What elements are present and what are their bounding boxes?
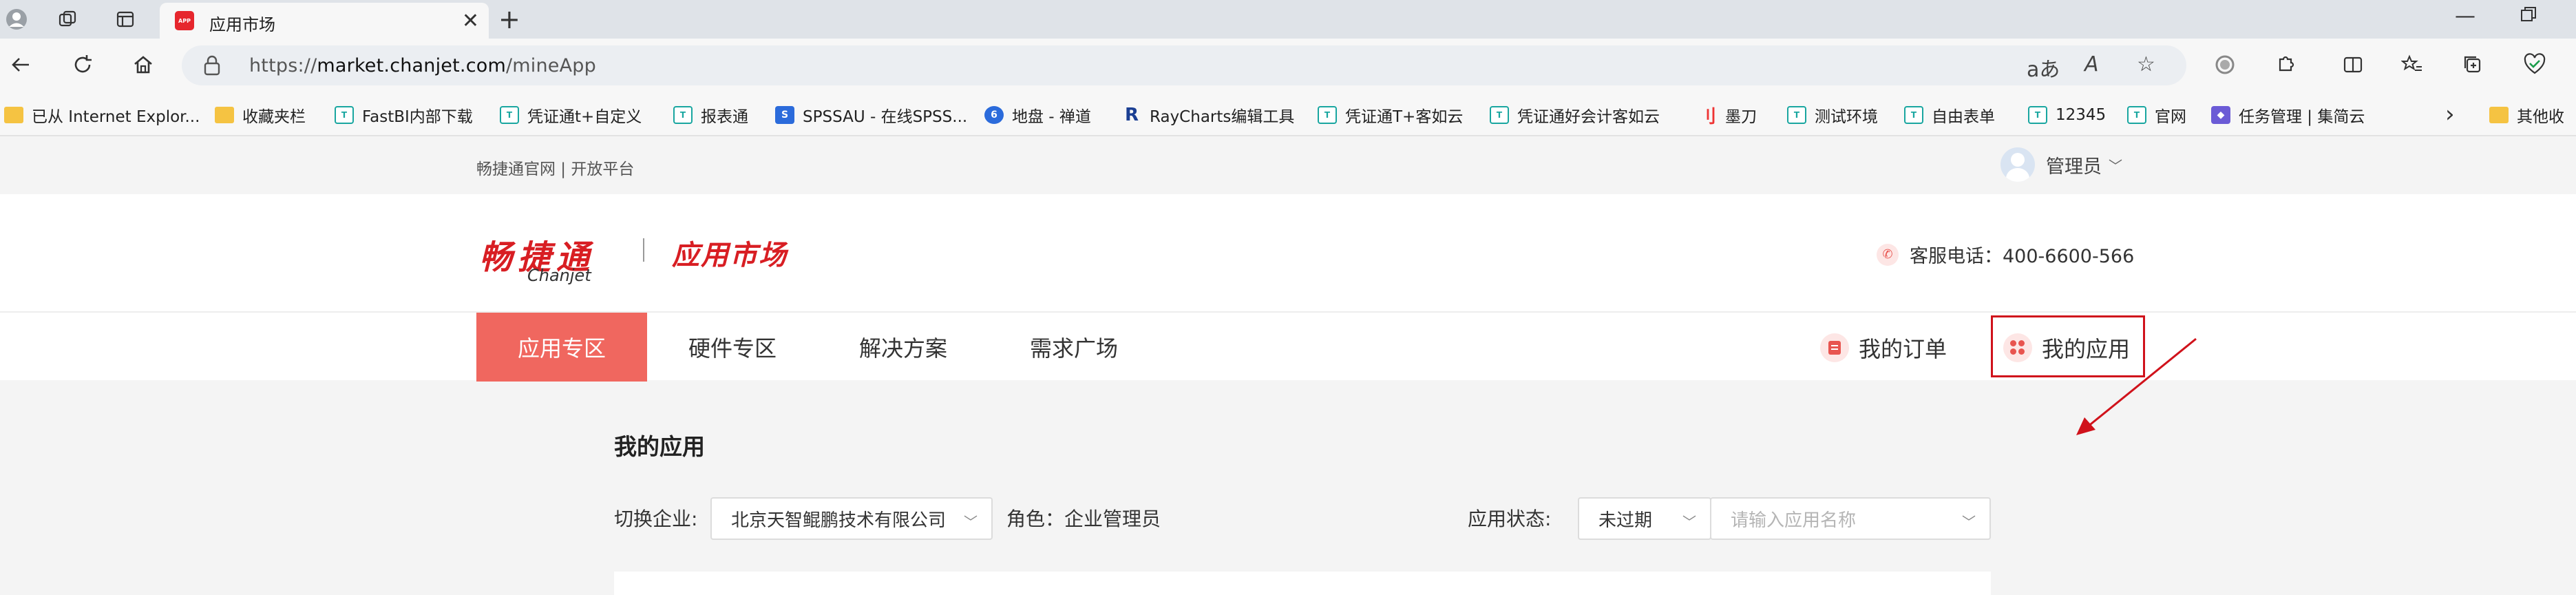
profile-icon[interactable] [3,6,30,33]
top-strip: 畅捷通官网 | 开放平台 管理员 ﹀ [0,136,2576,194]
nav-app-zone[interactable]: 应用专区 [476,313,647,382]
home-icon[interactable] [128,50,158,80]
phone-label: 客服电话：400-6600-566 [1910,246,2135,267]
logo-en: Chanjet [527,266,591,285]
text-size-icon[interactable]: A [2084,52,2099,76]
bookmark-item[interactable]: T 自由表单 [1904,103,1995,127]
tab-title: 应用市场 [209,15,275,34]
app-list-card [614,572,1991,595]
t-plus-icon: T [1490,106,1509,124]
bookmark-item[interactable]: R RayCharts编辑工具 [1122,103,1294,127]
avatar [2000,147,2035,182]
bookmark-item[interactable]: S SPSSAU - 在线SPSS... [775,103,967,127]
page-content: 畅捷通官网 | 开放平台 管理员 ﹀ 畅捷通 Chanjet 应用市场 ✆ 客服… [0,136,2576,595]
chandao-icon: 6 [984,106,1004,124]
restore-window-icon[interactable] [2520,6,2537,28]
favorites-icon[interactable] [2396,48,2429,81]
bookmark-item[interactable]: T 凭证通好会计客如云 [1490,103,1660,127]
nav-demand-square[interactable]: 需求广场 [989,313,1159,382]
service-phone: ✆ 客服电话：400-6600-566 [1877,241,2134,268]
search-placeholder: 请输入应用名称 [1731,510,1857,531]
close-tab-icon[interactable]: ✕ [462,9,479,33]
company-select[interactable]: 北京天智鲲鹏技术有限公司 ﹀ [710,497,993,540]
t-plus-icon: T [500,106,519,124]
chevron-down-icon: ﹀ [964,514,978,530]
bookmark-item[interactable]: 刂墨刀 [1698,103,1757,127]
app-favicon-icon: APP [175,11,194,30]
t-plus-icon: T [2028,106,2047,124]
tab-active[interactable]: APP 应用市场 ✕ [160,3,489,39]
extension-circle-icon[interactable] [2208,48,2241,81]
chevron-down-icon: ﹀ [2109,157,2122,174]
bookmark-item[interactable]: 其他收 [2489,103,2564,127]
bookmark-item[interactable]: 已从 Internet Explor... [4,103,200,127]
folder-icon [215,107,234,123]
split-screen-icon[interactable] [2336,48,2369,81]
spssau-icon: S [775,106,794,124]
tab-actions-icon[interactable] [112,6,139,33]
switch-company-label: 切换企业: [614,508,698,530]
bookmark-item[interactable]: T 报表通 [673,103,748,127]
jijianyun-icon: ◆ [2211,106,2230,124]
browser-tab-bar: APP 应用市场 ✕ + — [0,0,2576,39]
browser-essentials-icon[interactable] [2518,48,2551,81]
page-title: 我的应用 [614,433,705,460]
admin-label: 管理员 [2046,156,2102,178]
app-name-search[interactable]: 请输入应用名称 ﹀ [1710,497,1991,540]
read-aloud-icon[interactable]: aあ [2027,52,2060,83]
bookmark-item[interactable]: 收藏夹栏 [215,103,306,127]
chevron-down-icon: ﹀ [1962,514,1976,530]
favorite-star-icon[interactable]: ☆ [2137,52,2155,76]
new-tab-icon[interactable]: + [498,4,520,34]
bookmark-item[interactable]: T FastBI内部下载 [335,103,473,127]
logo-market[interactable]: 应用市场 [672,233,788,273]
top-links[interactable]: 畅捷通官网 | 开放平台 [476,156,634,179]
bookmark-item[interactable]: T 12345 [2028,103,2106,127]
collections-icon[interactable] [2456,48,2489,81]
url-text[interactable]: https://market.chanjet.com/mineApp [249,55,596,76]
workspaces-icon[interactable] [54,6,81,33]
folder-icon [2489,107,2509,123]
status-value: 未过期 [1598,510,1653,531]
back-icon[interactable] [6,50,36,80]
t-plus-icon: T [1318,106,1337,124]
extensions-puzzle-icon[interactable] [2269,48,2302,81]
status-select[interactable]: 未过期 ﹀ [1578,497,1711,540]
site-header: 畅捷通 Chanjet 应用市场 ✆ 客服电话：400-6600-566 [0,194,2576,311]
address-bar[interactable]: https://market.chanjet.com/mineApp aあ A … [182,45,2186,85]
role-label: 角色：企业管理员 [1006,508,1161,530]
app-status-label: 应用状态: [1468,508,1552,530]
nav-hardware-zone[interactable]: 硬件专区 [647,313,818,382]
bookmark-item[interactable]: T 测试环境 [1787,103,1878,127]
my-orders-label: 我的订单 [1859,336,1947,362]
chevron-right-icon[interactable]: › [2445,101,2455,128]
t-plus-icon: T [2127,106,2146,124]
minimize-icon[interactable]: — [2455,4,2475,28]
t-plus-icon: T [1904,106,1923,124]
company-value: 北京天智鲲鹏技术有限公司 [731,510,947,531]
bookmarks-bar: 已从 Internet Explor... 收藏夹栏 T FastBI内部下载 T… [0,94,2576,136]
t-plus-icon: T [335,106,354,124]
lock-icon[interactable] [202,54,222,76]
bookmark-item[interactable]: 6 地盘 - 禅道 [984,103,1091,127]
raycharts-icon: R [1124,105,1139,125]
chevron-down-icon: ﹀ [1682,514,1696,530]
bookmark-item[interactable]: ◆ 任务管理 | 集简云 [2211,103,2365,127]
admin-menu[interactable]: 管理员 ﹀ [2000,147,2122,182]
t-plus-icon: T [1787,106,1806,124]
folder-icon [4,107,23,123]
bookmark-item[interactable]: T 凭证通T+客如云 [1318,103,1463,127]
browser-toolbar: https://market.chanjet.com/mineApp aあ A … [0,39,2576,94]
order-icon [1820,333,1849,362]
refresh-icon[interactable] [67,50,98,80]
my-orders-link[interactable]: 我的订单 [1820,331,1947,365]
nav-solutions[interactable]: 解决方案 [818,313,989,382]
phone-icon: ✆ [1877,243,1899,266]
annotation-arrow [2076,337,2197,435]
modao-icon: 刂 [1698,106,1716,127]
t-plus-icon: T [673,106,693,124]
bookmark-item[interactable]: T 官网 [2127,103,2186,127]
logo-divider [643,238,644,262]
bookmark-item[interactable]: T 凭证通t+自定义 [500,103,642,127]
